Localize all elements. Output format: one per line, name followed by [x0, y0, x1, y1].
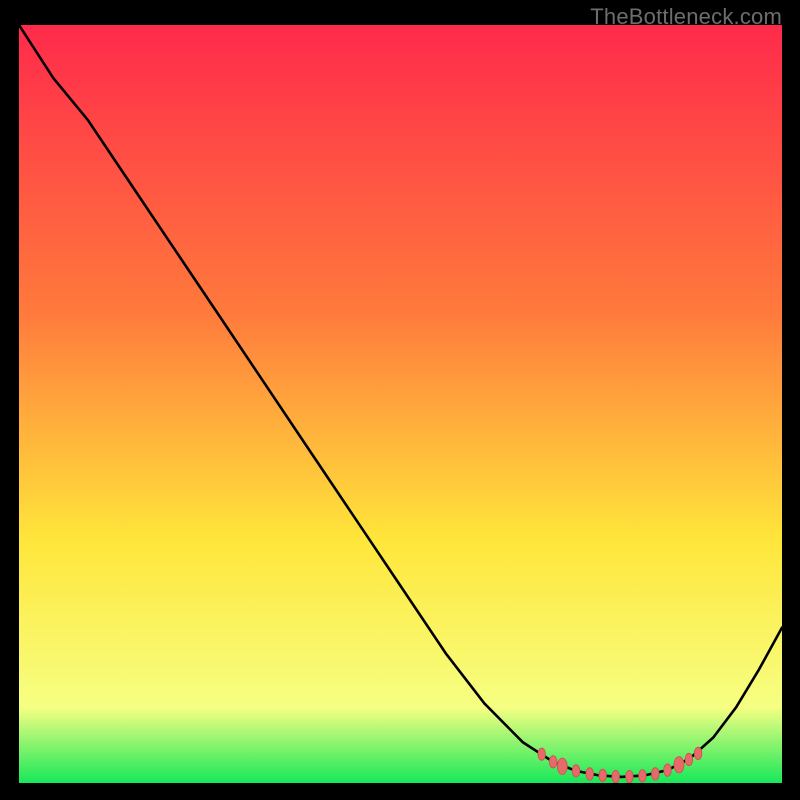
curve-marker	[538, 748, 546, 760]
bottleneck-chart	[19, 25, 782, 783]
curve-marker	[572, 765, 580, 777]
curve-marker	[557, 758, 567, 774]
curve-marker	[664, 764, 672, 776]
curve-marker	[652, 768, 660, 780]
curve-marker	[599, 769, 607, 781]
curve-marker	[549, 756, 557, 768]
curve-marker	[639, 770, 647, 782]
chart-svg	[19, 25, 782, 783]
curve-marker	[685, 753, 693, 765]
curve-marker	[674, 757, 684, 773]
curve-marker	[626, 770, 634, 782]
curve-marker	[612, 770, 620, 782]
curve-marker	[586, 768, 594, 780]
gradient-background	[19, 25, 782, 783]
curve-marker	[694, 747, 702, 759]
